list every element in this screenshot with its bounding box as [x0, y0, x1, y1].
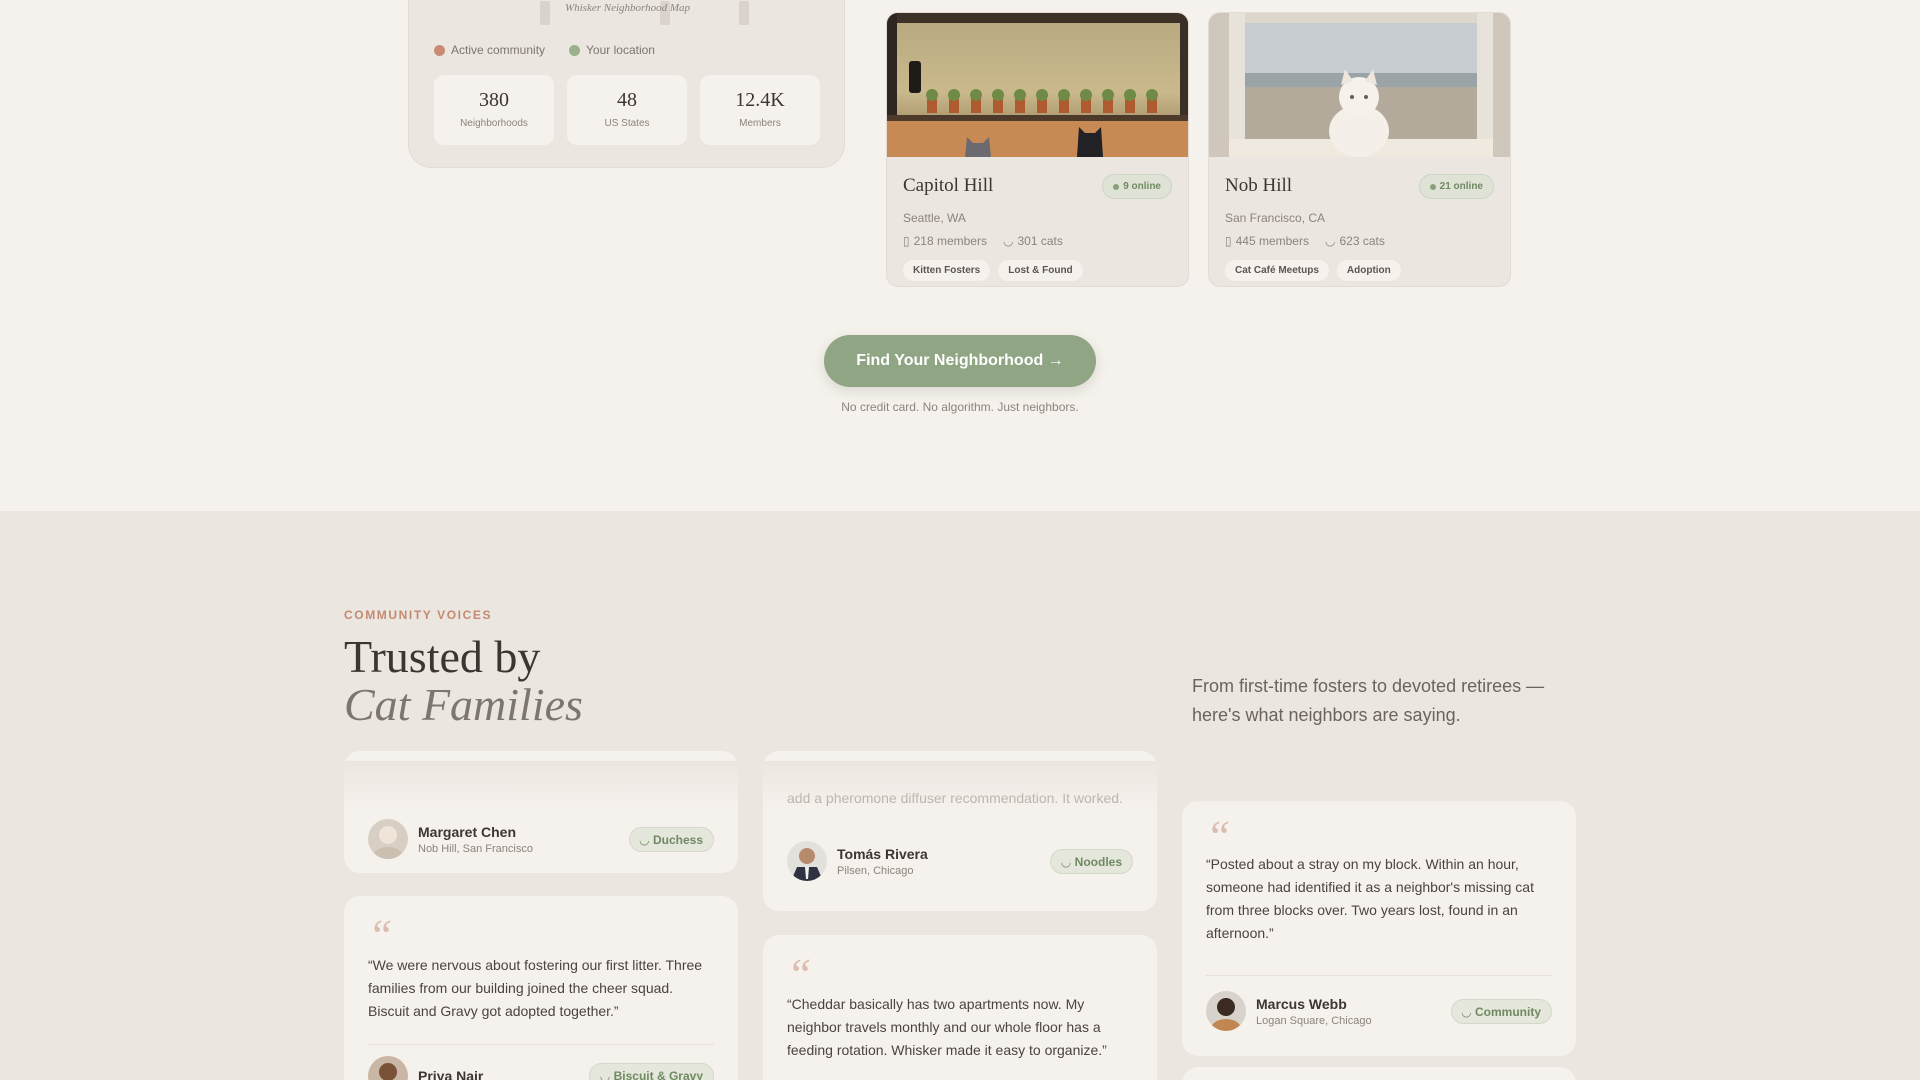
pet-badge: ◡ Community: [1450, 999, 1552, 1024]
neighborhood-tags: Cat Café Meetups Adoption: [1225, 260, 1401, 281]
stat-neighborhoods: 380 Neighborhoods: [434, 75, 554, 145]
online-dot-icon: [1429, 183, 1436, 190]
divider: [1206, 975, 1552, 976]
neighborhood-city: San Francisco, CA: [1225, 211, 1326, 225]
neighborhood-tags: Kitten Fosters Lost & Found: [903, 260, 1083, 281]
pet-name: Biscuit & Gravy: [613, 1068, 703, 1080]
pet-badge: ◡ Duchess: [628, 827, 714, 852]
cat-icon: ◡: [1324, 234, 1336, 248]
legend-label: Active community: [451, 43, 546, 57]
neighborhood-meta: ▯ 445 members ◡ 623 cats: [1225, 234, 1385, 248]
stat-value: 48: [617, 89, 637, 111]
capitol-hill-photo: [887, 13, 1188, 157]
author-name: Priya Nair: [418, 1068, 484, 1080]
author-name: Margaret Chen: [418, 823, 517, 840]
tag[interactable]: Lost & Found: [998, 260, 1083, 281]
legend-your-location: Your location: [569, 43, 655, 57]
author-location: Nob Hill, San Francisco: [418, 842, 533, 855]
cats-count: ◡ 623 cats: [1325, 234, 1385, 248]
neighborhood-city: Seattle, WA: [903, 211, 966, 225]
testimonial-column-1: Margaret Chen Nob Hill, San Francisco ◡ D…: [344, 511, 738, 1080]
avatar: [1206, 991, 1246, 1031]
find-neighborhood-button[interactable]: Find Your Neighborhood →: [824, 335, 1096, 387]
cat-icon: ◡: [1002, 234, 1014, 248]
cats-count: ◡ 301 cats: [1003, 234, 1063, 248]
author-location: Pilsen, Chicago: [837, 864, 914, 877]
stat-members: 12.4K Members: [700, 75, 820, 145]
cat-icon: ◡: [600, 1068, 610, 1080]
testimonial-card: “ “Posted about a stray on my block. Wit…: [1182, 801, 1576, 1056]
stat-label: US States: [604, 118, 650, 129]
map-stats: 380 Neighborhoods 48 US States 12.4K Mem…: [434, 75, 820, 145]
author-name: Tomás Rivera: [837, 845, 928, 862]
cta-note: No credit card. No algorithm. Just neigh…: [841, 400, 1079, 414]
stat-label: Members: [739, 118, 781, 129]
members-text: 445 members: [1235, 234, 1309, 248]
map-card: Whisker Neighborhood Map Active communit…: [408, 0, 845, 168]
testimonial-author: Priya Nair: [368, 1056, 483, 1080]
neighborhoods-section: Whisker Neighborhood Map Active communit…: [0, 0, 1920, 511]
members-icon: ▯: [903, 234, 910, 248]
neighborhood-card-nob-hill[interactable]: Nob Hill San Francisco, CA 21 online ▯ 44…: [1208, 12, 1511, 287]
tag[interactable]: Cat Café Meetups: [1225, 260, 1329, 281]
members-count: ▯ 218 members: [903, 234, 987, 248]
avatar: [368, 819, 408, 859]
online-count: 9 online: [1123, 181, 1161, 192]
testimonial-card: “ “Cheddar basically has two apartments …: [763, 935, 1157, 1080]
neighborhood-name: Nob Hill: [1225, 175, 1293, 196]
stat-value: 380: [479, 89, 509, 111]
tag[interactable]: Adoption: [1336, 260, 1401, 281]
divider: [368, 1044, 714, 1045]
stat-value: 12.4K: [735, 89, 785, 111]
testimonial-quote: “We were nervous about fostering our fir…: [368, 957, 703, 1019]
active-community-dot-icon: [434, 44, 445, 56]
members-text: 218 members: [913, 234, 987, 248]
testimonial-quote: add a pheromone diffuser recommendation.…: [787, 790, 1123, 806]
neighborhood-name: Capitol Hill: [903, 175, 994, 196]
testimonial-author: Tomás Rivera Pilsen, Chicago: [787, 841, 928, 881]
avatar: [368, 1056, 408, 1080]
testimonial-card: Margaret Chen Nob Hill, San Francisco ◡ D…: [344, 751, 738, 873]
cats-text: 301 cats: [1017, 234, 1063, 248]
stat-states: 48 US States: [567, 75, 687, 145]
pet-badge: ◡ Noodles: [1050, 849, 1133, 874]
online-dot-icon: [1113, 183, 1120, 190]
online-badge: 9 online: [1102, 174, 1172, 199]
community-voices-section: COMMUNITY VOICES Trusted by Cat Families…: [0, 511, 1920, 1080]
testimonial-author: Margaret Chen Nob Hill, San Francisco: [368, 819, 533, 859]
pet-badge: ◡ Biscuit & Gravy: [589, 1063, 714, 1080]
legend-active-community: Active community: [434, 43, 545, 57]
online-badge: 21 online: [1418, 174, 1494, 199]
nob-hill-photo: [1209, 13, 1510, 157]
author-name: Marcus Webb: [1256, 995, 1347, 1012]
legend-label: Your location: [586, 43, 655, 57]
pet-name: Noodles: [1074, 854, 1122, 869]
map-legend: Active community Your location: [434, 43, 655, 57]
cat-icon: ◡: [1461, 1004, 1471, 1019]
stat-label: Neighborhoods: [460, 118, 528, 129]
testimonial-quote: “Cheddar basically has two apartments no…: [787, 996, 1107, 1058]
testimonial-column-2: add a pheromone diffuser recommendation.…: [763, 511, 1157, 1080]
testimonial-author: Marcus Webb Logan Square, Chicago: [1206, 991, 1372, 1031]
pet-name: Duchess: [652, 832, 703, 847]
neighborhood-card-capitol-hill[interactable]: Capitol Hill Seattle, WA 9 online ▯ 218 m…: [886, 12, 1189, 287]
testimonial-quote: “Posted about a stray on my block. Withi…: [1206, 856, 1534, 941]
avatar: [787, 841, 827, 881]
members-count: ▯ 445 members: [1225, 234, 1309, 248]
cat-icon: ◡: [1061, 854, 1071, 869]
members-icon: ▯: [1225, 234, 1232, 248]
tag[interactable]: Kitten Fosters: [903, 260, 991, 281]
testimonial-card: [1182, 1067, 1576, 1080]
author-location: Logan Square, Chicago: [1256, 1014, 1372, 1027]
cats-text: 623 cats: [1339, 234, 1385, 248]
neighborhood-meta: ▯ 218 members ◡ 301 cats: [903, 234, 1063, 248]
map-caption: Whisker Neighborhood Map: [564, 2, 691, 14]
cat-icon: ◡: [639, 832, 649, 847]
testimonial-card: “ “We were nervous about fostering our f…: [344, 896, 738, 1080]
your-location-dot-icon: [569, 44, 581, 56]
testimonial-card: add a pheromone diffuser recommendation.…: [763, 751, 1157, 911]
pet-name: Community: [1475, 1004, 1541, 1019]
testimonial-column-3: “ “Posted about a stray on my block. Wit…: [1182, 511, 1576, 1080]
online-count: 21 online: [1439, 181, 1483, 192]
